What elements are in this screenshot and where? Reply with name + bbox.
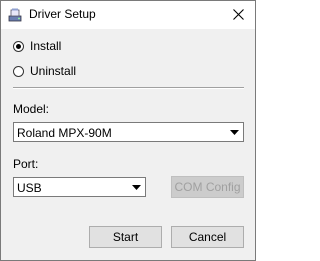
start-button[interactable]: Start: [89, 226, 162, 248]
divider: [13, 87, 244, 89]
cancel-button[interactable]: Cancel: [171, 226, 244, 248]
start-label: Start: [112, 230, 139, 244]
com-config-button[interactable]: COM Config: [171, 176, 244, 198]
port-select[interactable]: USB: [13, 177, 146, 197]
uninstall-radio[interactable]: [13, 65, 24, 77]
window-title: Driver Setup: [29, 7, 96, 21]
port-label: Port:: [13, 157, 39, 171]
port-select-value: USB: [17, 181, 42, 195]
close-button[interactable]: [223, 1, 255, 29]
model-label: Model:: [13, 102, 50, 116]
driver-setup-window: Driver Setup Install Uninstall Model: Ro…: [0, 0, 256, 261]
install-radio-option[interactable]: Install: [13, 38, 61, 54]
model-select[interactable]: Roland MPX-90M: [13, 122, 244, 142]
title-bar: Driver Setup: [1, 1, 255, 29]
com-config-label: COM Config: [174, 180, 241, 194]
driver-setup-icon: [7, 7, 23, 23]
cancel-label: Cancel: [188, 230, 227, 244]
model-dropdown-button[interactable]: [226, 123, 243, 141]
install-radio[interactable]: [13, 40, 24, 52]
chevron-down-icon: [230, 130, 239, 135]
uninstall-label: Uninstall: [30, 64, 77, 78]
uninstall-radio-option[interactable]: Uninstall: [13, 63, 76, 79]
port-dropdown-button[interactable]: [128, 178, 145, 196]
chevron-down-icon: [132, 185, 141, 190]
install-label: Install: [30, 39, 62, 53]
model-select-value: Roland MPX-90M: [17, 126, 112, 140]
close-icon: [233, 9, 244, 20]
